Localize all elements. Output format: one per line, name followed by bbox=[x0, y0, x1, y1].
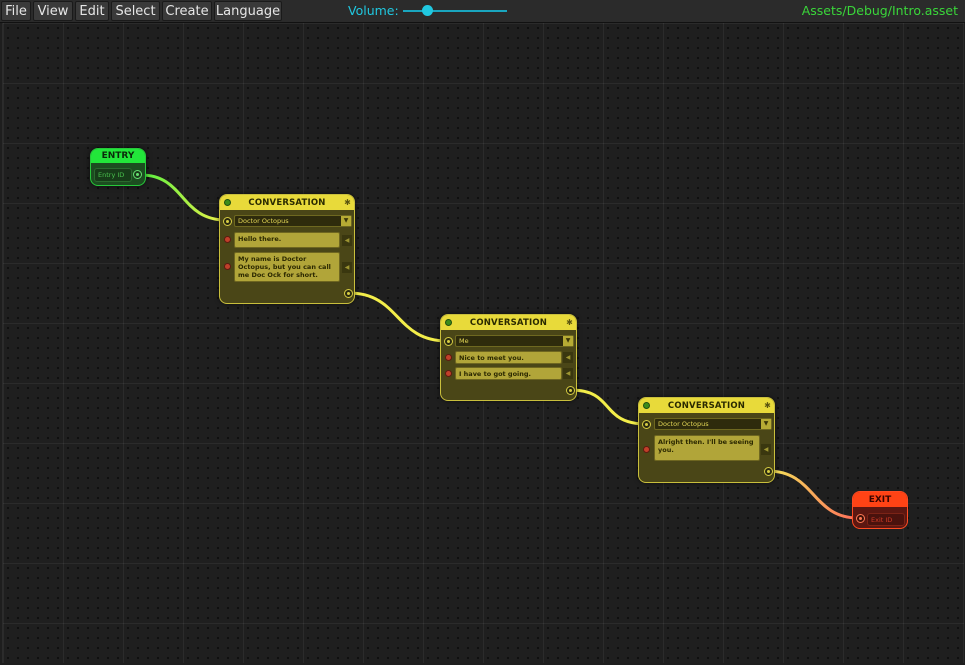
audio-icon[interactable]: ◀ bbox=[761, 444, 771, 455]
conversation-node-title: CONVERSATION bbox=[469, 318, 548, 328]
menu-edit[interactable]: Edit bbox=[75, 1, 109, 21]
add-line-icon[interactable] bbox=[224, 199, 231, 206]
audio-icon[interactable]: ◀ bbox=[563, 368, 573, 379]
conversation-output-port[interactable] bbox=[344, 289, 353, 298]
conversation-node-title: CONVERSATION bbox=[248, 198, 326, 208]
volume-slider-thumb[interactable] bbox=[422, 5, 434, 16]
volume-slider[interactable] bbox=[403, 10, 507, 12]
speaker-name: Doctor Octopus bbox=[238, 217, 289, 225]
audio-icon[interactable]: ◀ bbox=[563, 352, 573, 363]
conversation-node-1[interactable]: CONVERSATION ✱ Doctor Octopus ▼ Hello th… bbox=[219, 194, 355, 304]
toolbar: File View Edit Select Create Language Vo… bbox=[0, 0, 965, 23]
dialogue-line[interactable]: Nice to meet you. bbox=[455, 351, 562, 364]
conversation-output-port[interactable] bbox=[764, 467, 773, 476]
remove-line-button[interactable] bbox=[224, 236, 231, 243]
chevron-down-icon: ▼ bbox=[563, 336, 573, 346]
entry-id-field[interactable]: Entry ID bbox=[94, 168, 132, 182]
menu-language[interactable]: Language bbox=[214, 1, 282, 21]
asset-path: Assets/Debug/Intro.asset bbox=[801, 3, 958, 18]
menu-select[interactable]: Select bbox=[111, 1, 160, 21]
conversation-node-title: CONVERSATION bbox=[667, 401, 746, 411]
remove-line-button[interactable] bbox=[445, 370, 452, 377]
add-line-icon[interactable] bbox=[643, 402, 650, 409]
exit-node-title: EXIT bbox=[853, 492, 907, 507]
dialogue-line[interactable]: Hello there. bbox=[234, 232, 340, 248]
chevron-down-icon: ▼ bbox=[341, 216, 351, 226]
dialogue-line[interactable]: Alright then. I'll be seeing you. bbox=[654, 435, 760, 461]
chevron-down-icon: ▼ bbox=[761, 419, 771, 429]
menu-view[interactable]: View bbox=[33, 1, 73, 21]
entry-node[interactable]: ENTRY Entry ID bbox=[90, 148, 146, 186]
menu-create[interactable]: Create bbox=[162, 1, 212, 21]
conversation-node-3[interactable]: CONVERSATION ✱ Doctor Octopus ▼ Alright … bbox=[638, 397, 775, 483]
entry-node-title: ENTRY bbox=[91, 149, 145, 163]
speaker-dropdown[interactable]: Me ▼ bbox=[455, 335, 574, 347]
conversation-input-port[interactable] bbox=[223, 217, 232, 226]
remove-line-button[interactable] bbox=[643, 446, 650, 453]
remove-line-button[interactable] bbox=[445, 354, 452, 361]
settings-icon[interactable]: ✱ bbox=[764, 398, 771, 414]
menu-file[interactable]: File bbox=[1, 1, 31, 21]
conversation-input-port[interactable] bbox=[642, 420, 651, 429]
add-line-icon[interactable] bbox=[445, 319, 452, 326]
audio-icon[interactable]: ◀ bbox=[342, 262, 352, 273]
conversation-input-port[interactable] bbox=[444, 337, 453, 346]
entry-output-port[interactable] bbox=[133, 170, 142, 179]
dialogue-line[interactable]: I have to got going. bbox=[455, 367, 562, 380]
speaker-name: Doctor Octopus bbox=[658, 420, 709, 428]
exit-input-port[interactable] bbox=[856, 514, 865, 523]
exit-node[interactable]: EXIT Exit ID bbox=[852, 491, 908, 529]
settings-icon[interactable]: ✱ bbox=[344, 195, 351, 211]
dialogue-line[interactable]: My name is Doctor Octopus, but you can c… bbox=[234, 252, 340, 282]
speaker-dropdown[interactable]: Doctor Octopus ▼ bbox=[234, 215, 352, 227]
remove-line-button[interactable] bbox=[224, 263, 231, 270]
volume-label: Volume: bbox=[348, 3, 399, 18]
settings-icon[interactable]: ✱ bbox=[566, 315, 573, 331]
speaker-dropdown[interactable]: Doctor Octopus ▼ bbox=[654, 418, 772, 430]
audio-icon[interactable]: ◀ bbox=[342, 235, 352, 246]
conversation-node-2[interactable]: CONVERSATION ✱ Me ▼ Nice to meet you. ◀ … bbox=[440, 314, 577, 401]
speaker-name: Me bbox=[459, 337, 469, 345]
conversation-output-port[interactable] bbox=[566, 386, 575, 395]
exit-id-field[interactable]: Exit ID bbox=[867, 513, 905, 526]
